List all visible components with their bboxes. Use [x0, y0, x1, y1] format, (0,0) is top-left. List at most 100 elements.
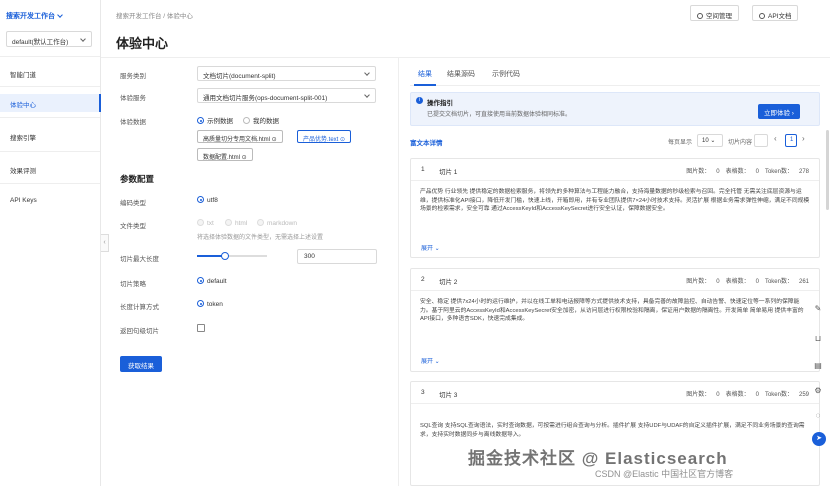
service-type-select[interactable]: 文档切片(document-split) [197, 66, 376, 81]
get-result-button[interactable]: 获取结果 [120, 356, 162, 372]
radio-checked-icon [197, 277, 204, 284]
tables-count: 0 [755, 169, 759, 175]
expand-link[interactable]: 展开 ⌄ [421, 243, 440, 252]
space-manage-button[interactable]: 空间管理 [690, 5, 739, 21]
sample-file-chip-selected[interactable]: 产品优势.text ⊙ [297, 130, 352, 143]
return-sentence-label: 返回句级切片 [120, 328, 159, 335]
data-sample-label: 示例数据 [207, 118, 233, 125]
divider [0, 151, 100, 152]
try-now-button[interactable]: 立即体验 › [758, 104, 800, 119]
strategy-radio[interactable]: default [197, 277, 227, 285]
chunk-text: 安全、稳定 提供7x24小时的运行维护，并以在线工单和电话报障等方式提供技术支持… [420, 299, 804, 323]
data-mine-radio[interactable]: 我的数据 [243, 115, 279, 125]
divider [0, 86, 100, 87]
chunk-number: 2 [421, 276, 425, 283]
sidebar-item-evaluation[interactable]: 效果评测 [0, 160, 101, 178]
file-type-markdown-radio[interactable]: markdown [257, 219, 297, 227]
gear-icon [697, 13, 703, 19]
radio-checked-icon [197, 196, 204, 203]
sidebar-item-intelligent[interactable]: 智能门道 [0, 64, 101, 82]
file-type-html-label: html [235, 220, 248, 227]
length-calc-radio[interactable]: token [197, 300, 223, 308]
radio-disabled-icon [257, 219, 264, 226]
radio-disabled-icon [197, 219, 204, 226]
data-sample-radio[interactable]: 示例数据 [197, 115, 233, 125]
prev-page-button[interactable]: ‹ [774, 134, 777, 143]
file-type-txt-radio[interactable]: txt [197, 219, 214, 227]
radio-checked-icon [197, 117, 204, 124]
service-value: 通用文档切片服务(ops-document-split-001) [203, 95, 328, 102]
next-page-button[interactable]: › [802, 134, 805, 143]
api-docs-button[interactable]: API文档 [752, 5, 799, 21]
gear-icon[interactable]: ⚙ [812, 385, 824, 397]
chunk-stats: 图片数： 0 表格数： 0 Token数： 278 [680, 166, 809, 175]
strategy-value: default [207, 278, 227, 285]
slider-handle[interactable] [221, 252, 229, 260]
file-type-html-radio[interactable]: html [225, 219, 247, 227]
api-docs-label: API文档 [768, 13, 792, 20]
encoding-label: 编码类型 [120, 200, 146, 207]
tables-label: 表格数： [725, 169, 750, 175]
send-icon[interactable]: ➤ [812, 432, 826, 446]
expand-link[interactable]: 展开 ⌄ [421, 356, 440, 365]
page-size-select[interactable]: 10 ⌄ [697, 134, 723, 147]
file-type-hint: 将选择体验数据的文件类型，无需选择上述设置 [197, 235, 324, 241]
service-select[interactable]: 通用文档切片服务(ops-document-split-001) [197, 88, 376, 103]
chevron-down-icon [57, 12, 63, 18]
params-section-title: 参数配置 [120, 174, 155, 184]
info-icon: i [416, 97, 423, 104]
radio-icon [243, 117, 250, 124]
file-type-label: 文件类型 [120, 223, 146, 230]
chunk-card: 1 切片 1 图片数： 0 表格数： 0 Token数： 278 产品优势 行业领先 提供… [410, 158, 820, 258]
chunk-stats: 图片数： 0 表格数： 0 Token数： 259 [680, 389, 809, 398]
sidebar: 搜索开发工作台 default(默认工作台) 智能门道 体验中心 搜索引擎 效果… [0, 0, 101, 486]
chevron-down-icon [80, 36, 86, 42]
radio-checked-icon [197, 300, 204, 307]
tokens-count: 259 [798, 392, 809, 398]
chunk-card-header: 3 切片 3 图片数： 0 表格数： 0 Token数： 259 [411, 382, 819, 404]
maxlen-input[interactable]: 300 [297, 249, 377, 264]
chunk-card: 2 切片 2 图片数： 0 表格数： 0 Token数： 261 安全、稳定 提供7x24… [410, 268, 820, 372]
breadcrumb: 搜索开发工作台 / 体验中心 [116, 13, 193, 20]
maxlen-slider[interactable] [197, 252, 267, 260]
chunk-card-header: 1 切片 1 图片数： 0 表格数： 0 Token数： 278 [411, 159, 819, 181]
tokens-label: Token数： [764, 279, 793, 285]
tables-label: 表格数： [725, 279, 750, 285]
chat-icon[interactable]: ◌ [812, 410, 824, 422]
sample-file-chip[interactable]: 数据配置.html ⊙ [197, 148, 253, 161]
page-jump-input[interactable] [754, 134, 768, 147]
service-type-label: 服务类别 [120, 73, 146, 80]
images-count: 0 [716, 169, 720, 175]
page-number-current[interactable]: 1 [785, 134, 797, 147]
panel-divider [398, 58, 399, 486]
cart-icon[interactable]: ⊔ [812, 333, 824, 345]
tokens-label: Token数： [764, 392, 793, 398]
encoding-radio[interactable]: utf8 [197, 196, 218, 204]
length-calc-value: token [207, 301, 223, 308]
region-value: default(默认工作台) [12, 39, 69, 46]
page-title: 体验中心 [116, 36, 169, 51]
sidebar-item-api-keys[interactable]: API Keys [0, 192, 101, 210]
tab-sample-code[interactable]: 示例代码 [492, 69, 520, 79]
sample-file-chip[interactable]: 高质量切分专用文档.html ⊙ [197, 130, 283, 143]
tokens-label: Token数： [764, 169, 793, 175]
sidebar-collapse-button[interactable]: ‹ [101, 234, 109, 252]
file-type-markdown-label: markdown [267, 220, 297, 227]
workspace-switcher[interactable]: 搜索开发工作台 [6, 11, 63, 21]
tokens-count: 261 [798, 279, 809, 285]
edit-icon[interactable]: ✎ [812, 303, 824, 315]
tab-result-source[interactable]: 结果源码 [447, 69, 475, 79]
service-type-value: 文档切片(document-split) [203, 73, 276, 80]
sidebar-item-engine[interactable]: 搜索引擎 [0, 127, 101, 145]
return-sentence-checkbox[interactable] [197, 324, 205, 332]
sidebar-item-experience[interactable]: 体验中心 [0, 94, 101, 112]
tab-result[interactable]: 结果 [418, 69, 432, 79]
region-select[interactable]: default(默认工作台) [6, 31, 92, 47]
tokens-count: 278 [798, 169, 809, 175]
scrollbar[interactable] [826, 130, 829, 210]
page-size-value: 10 [702, 138, 709, 144]
document-icon[interactable]: ▤ [812, 360, 824, 372]
chunk-card-header: 2 切片 2 图片数： 0 表格数： 0 Token数： 261 [411, 269, 819, 291]
tab-divider [410, 85, 820, 86]
chunk-stats: 图片数： 0 表格数： 0 Token数： 261 [680, 276, 809, 285]
